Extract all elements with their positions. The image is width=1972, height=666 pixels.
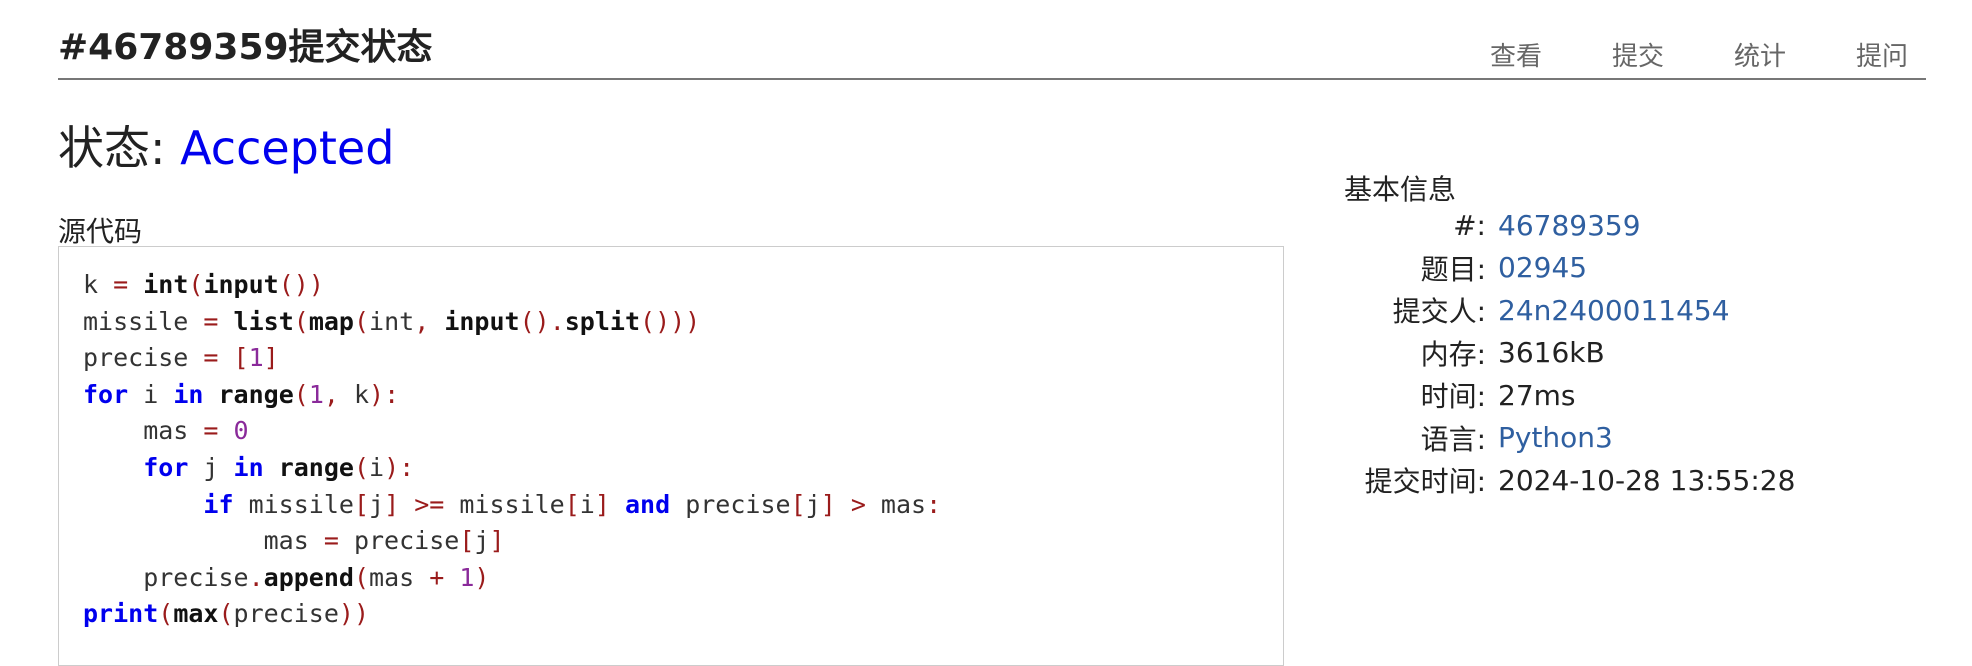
source-code-label: 源代码	[58, 215, 143, 248]
source-code: k = int(input()) missile = list(map(int,…	[83, 270, 942, 629]
info-key: 语言:	[1420, 422, 1486, 456]
info-row: 提交时间: 2024-10-28 13:55:28	[1344, 459, 1796, 502]
basic-info-title: 基本信息	[1344, 173, 1457, 206]
info-row: 内存: 3616kB	[1344, 332, 1795, 375]
info-value: 2024-10-28 13:55:28	[1498, 463, 1796, 497]
page-header: #46789359提交状态 查看 提交 统计 提问	[58, 0, 1926, 80]
info-value-link[interactable]: 02945	[1498, 247, 1795, 290]
info-key: 内存:	[1420, 337, 1486, 371]
info-value-link[interactable]: 46789359	[1498, 204, 1795, 247]
info-row: 时间: 27ms	[1344, 374, 1795, 417]
info-key: #:	[1453, 208, 1486, 242]
nav-statistics[interactable]: 统计	[1734, 36, 1786, 73]
top-nav: 查看 提交 统计 提问	[1420, 36, 1908, 73]
page-title: #46789359提交状态	[58, 27, 433, 68]
nav-view[interactable]: 查看	[1490, 36, 1542, 73]
info-key: 提交时间:	[1364, 465, 1486, 499]
nav-submit[interactable]: 提交	[1612, 36, 1664, 73]
info-value-link[interactable]: 24n2400011454	[1498, 289, 1795, 332]
info-row: #: 46789359	[1344, 204, 1795, 247]
info-row: 语言: Python3	[1344, 417, 1795, 460]
nav-ask[interactable]: 提问	[1856, 36, 1908, 73]
info-key: 时间:	[1420, 380, 1486, 414]
info-value: 3616kB	[1498, 336, 1605, 370]
info-key: 题目:	[1420, 252, 1486, 286]
status-value: Accepted	[180, 121, 395, 175]
info-row: 提交人: 24n2400011454	[1344, 289, 1795, 332]
info-key: 提交人:	[1392, 295, 1486, 329]
info-row: 题目: 02945	[1344, 247, 1795, 290]
status-label: 状态:	[58, 121, 181, 175]
basic-info-table: #: 46789359 题目: 02945 提交人: 24n2400011454 内存: 36…	[1344, 204, 1796, 502]
info-value: 27ms	[1498, 378, 1576, 412]
status-line: 状态: Accepted	[58, 112, 394, 178]
source-code-box: k = int(input()) missile = list(map(int,…	[58, 246, 1284, 666]
info-value-link[interactable]: Python3	[1498, 417, 1795, 460]
